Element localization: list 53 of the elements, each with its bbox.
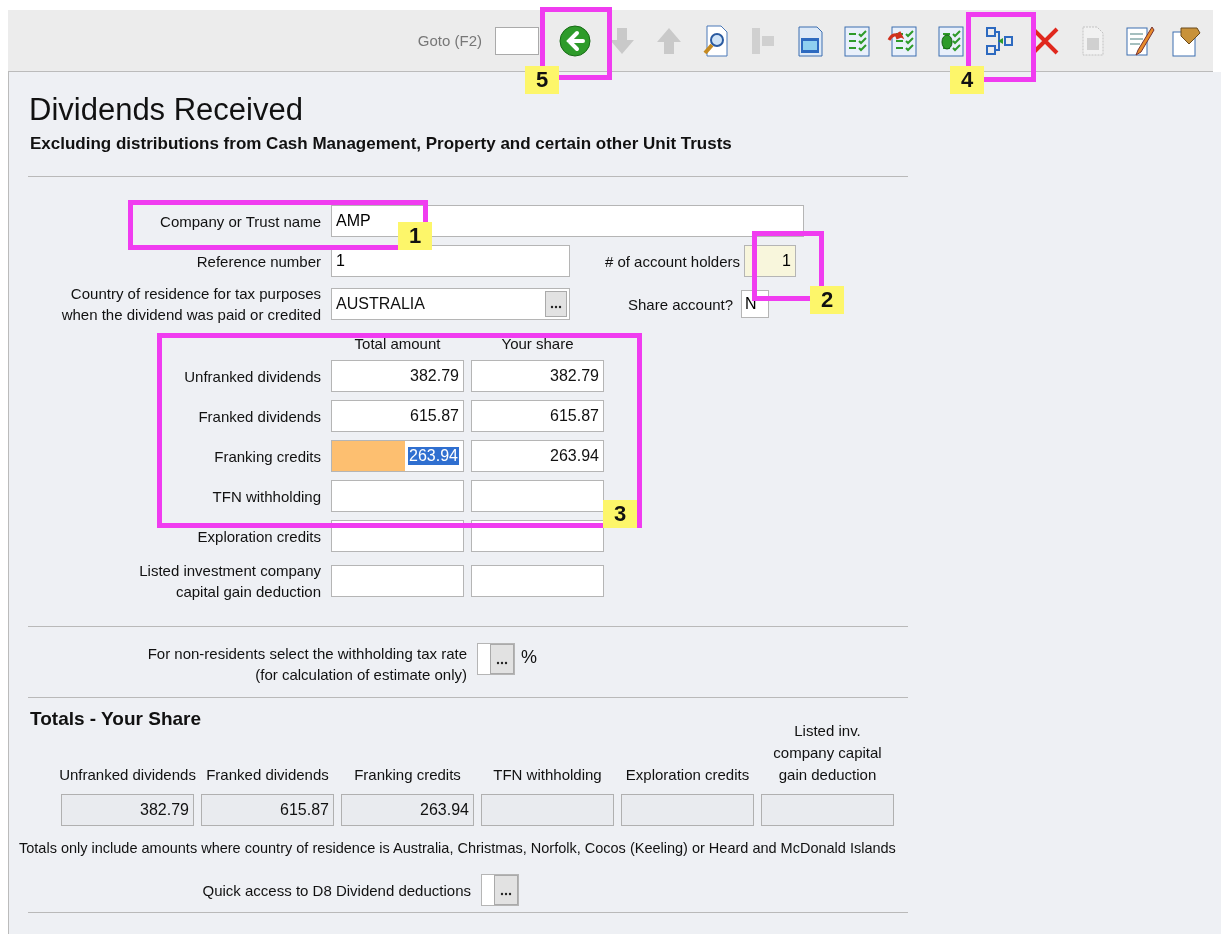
- total-value-field: 382.79: [61, 794, 194, 826]
- total-amount-field[interactable]: 263.94: [331, 440, 464, 472]
- ellipsis-icon[interactable]: [545, 291, 567, 317]
- field-label: Listed investment company capital gain deduction: [138, 561, 322, 602]
- goto-label: Goto (F2): [417, 32, 482, 49]
- column-header: Exploration credits: [624, 765, 751, 785]
- total-value-field: 263.94: [341, 794, 474, 826]
- field-label: For non-residents select the withholding tax rate (for calculation of estimate only): [146, 644, 468, 685]
- callout-number: 4: [950, 66, 984, 94]
- total-value-field: 615.87: [201, 794, 334, 826]
- column-header: Franking credits: [353, 765, 462, 785]
- total-amount-field[interactable]: [331, 480, 464, 512]
- field-label: Unfranked dividends: [183, 366, 322, 387]
- total-amount-field[interactable]: 615.87: [331, 400, 464, 432]
- column-header: TFN withholding: [492, 765, 603, 785]
- field-label: Franked dividends: [197, 406, 322, 427]
- your-share-field[interactable]: [471, 565, 604, 597]
- callout-number: 5: [525, 66, 559, 94]
- total-amount-field[interactable]: [331, 565, 464, 597]
- page-subtitle: Excluding distributions from Cash Management, Property and certain other Unit Trusts: [30, 134, 733, 154]
- withholding-rate-picker[interactable]: [477, 643, 515, 675]
- column-header: Listed inv. company capital gain deduction: [772, 721, 883, 785]
- percent-sign: %: [521, 647, 537, 668]
- field-label: Share account?: [628, 295, 734, 313]
- field-label: Reference number: [195, 252, 322, 270]
- callout-number: 1: [398, 222, 432, 250]
- section-heading: Totals - Your Share: [30, 708, 203, 730]
- field-label: Exploration credits: [196, 526, 322, 547]
- field-label: # of account holders: [603, 252, 740, 270]
- ellipsis-icon[interactable]: [490, 644, 514, 674]
- field-label: Country of residence for tax purposes when the dividend was paid or credited: [60, 284, 322, 325]
- dividend-deductions-picker[interactable]: [481, 874, 519, 906]
- goto-field[interactable]: [495, 26, 539, 55]
- callout-number: 2: [810, 286, 844, 314]
- totals-note: Totals only include amounts where country of residence is Australia, Christmas, Norfolk, Cocos (Keeling) or Heard and McDonald Islands: [19, 840, 897, 856]
- total-amount-field[interactable]: 382.79: [331, 360, 464, 392]
- field-label: Franking credits: [213, 446, 322, 467]
- page-title: Dividends Received: [29, 91, 304, 129]
- column-header: Total amount: [353, 335, 442, 352]
- country-dropdown[interactable]: AUSTRALIA: [331, 288, 570, 320]
- your-share-field[interactable]: 615.87: [471, 400, 604, 432]
- callout-number: 3: [603, 500, 637, 528]
- field-label: Company or Trust name: [159, 212, 322, 230]
- ellipsis-icon[interactable]: [494, 875, 518, 905]
- your-share-field[interactable]: 382.79: [471, 360, 604, 392]
- field-label: Quick access to D8 Dividend deductions: [201, 881, 472, 899]
- field-label: TFN withholding: [211, 486, 322, 507]
- column-header: Your share: [500, 335, 575, 352]
- your-share-field[interactable]: [471, 480, 604, 512]
- column-header: Franked dividends: [205, 765, 330, 785]
- reference-number-field[interactable]: 1: [331, 245, 570, 277]
- your-share-field[interactable]: 263.94: [471, 440, 604, 472]
- column-header: Unfranked dividends: [61, 765, 194, 785]
